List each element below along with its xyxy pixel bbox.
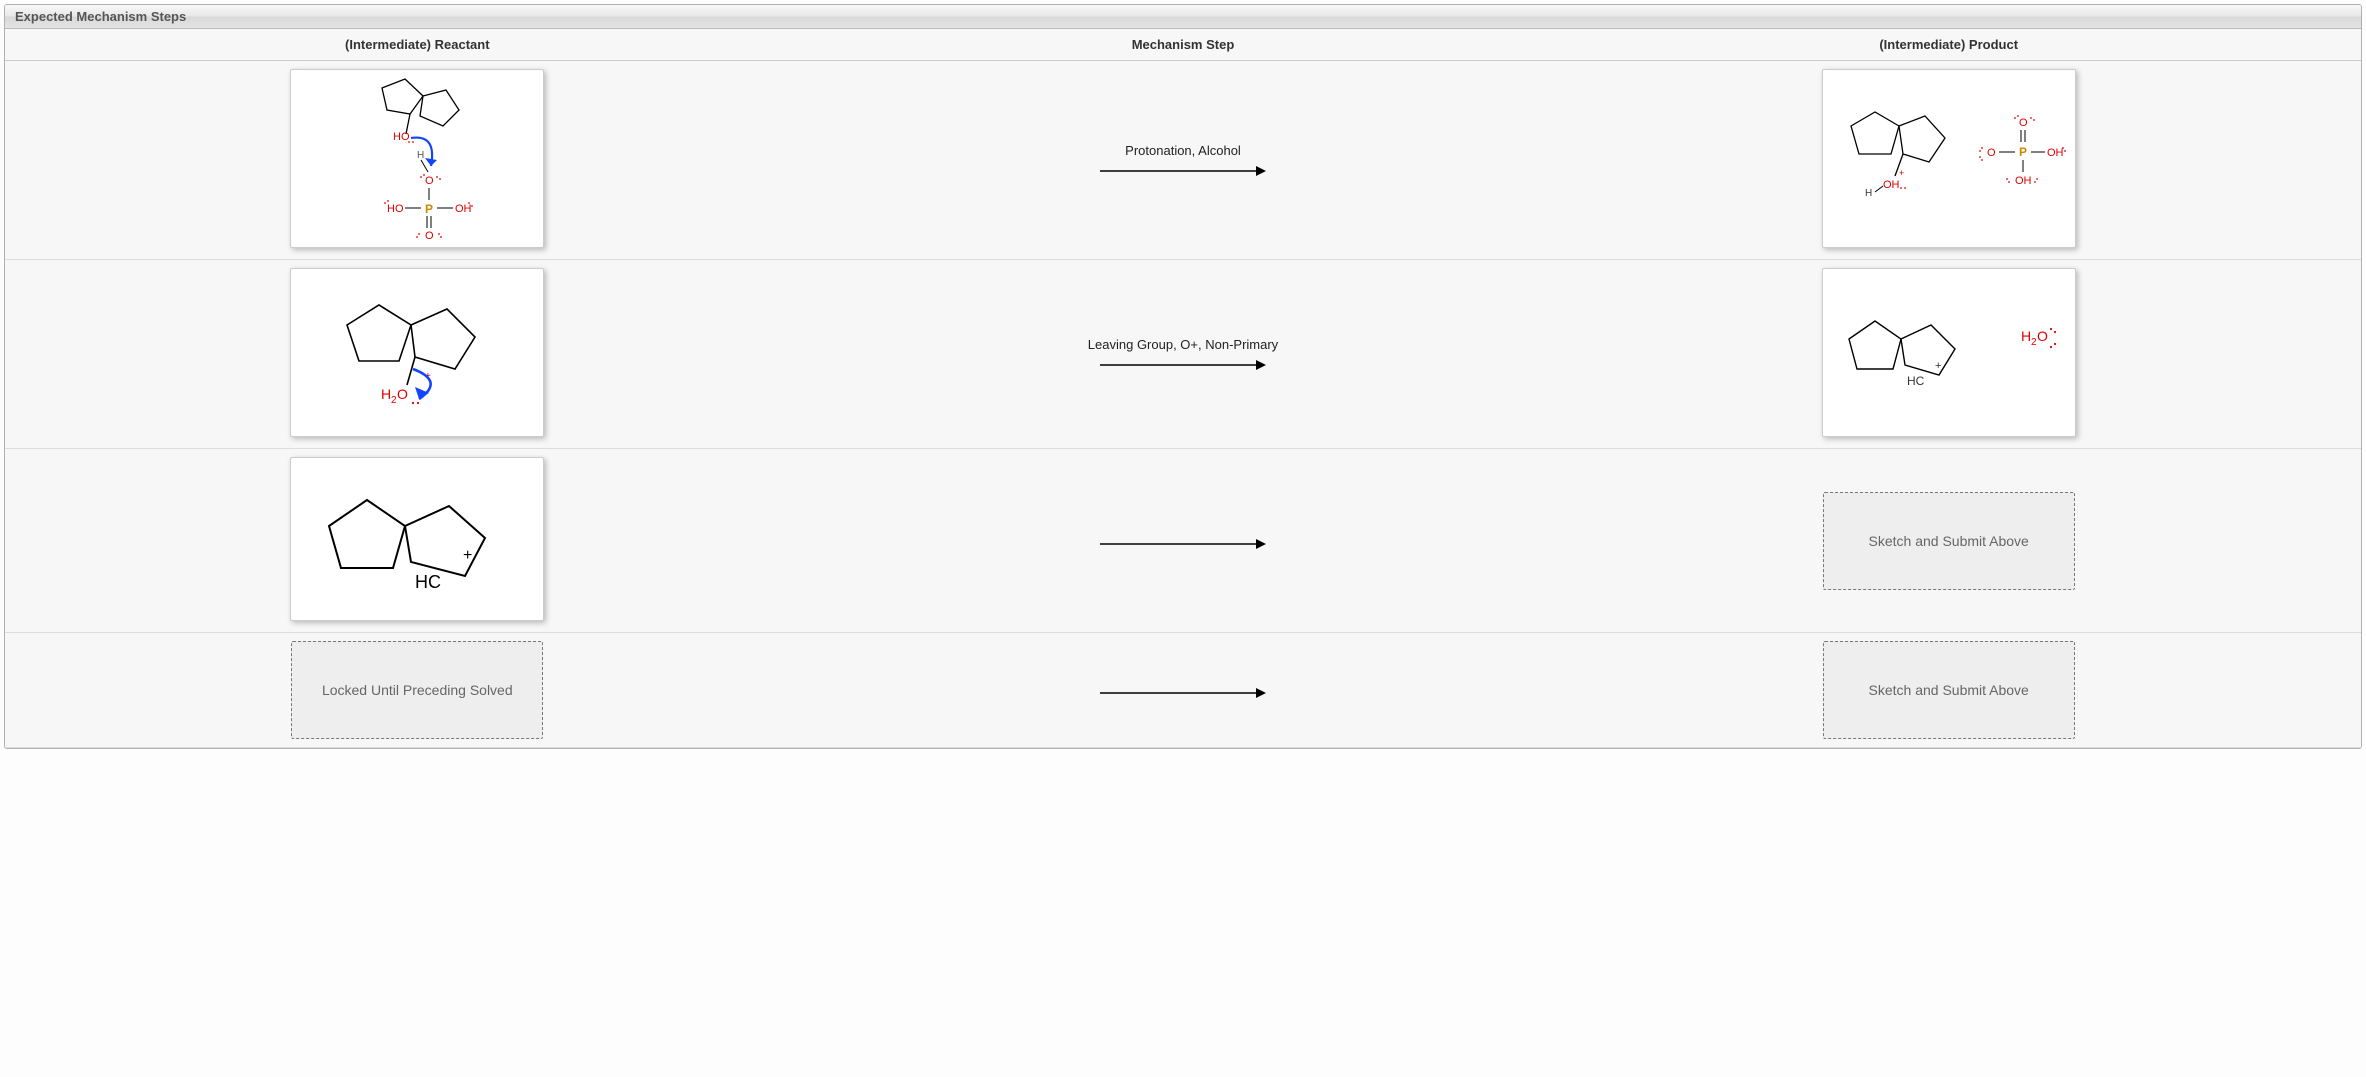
placeholder-text: Sketch and Submit Above (1869, 533, 2029, 549)
step-cell (830, 633, 1537, 748)
table-row: Locked Until Preceding Solved (5, 633, 2361, 748)
reactant-structure-card[interactable]: H 2 O + (290, 268, 544, 437)
table-row: H 2 O + (5, 260, 2361, 449)
col-header-reactant: (Intermediate) Reactant (5, 29, 830, 61)
svg-text:+: + (463, 547, 472, 564)
svg-text:O: O (425, 230, 434, 241)
mechanism-table: (Intermediate) Reactant Mechanism Step (… (5, 29, 2361, 748)
mechanism-table-wrap: (Intermediate) Reactant Mechanism Step (… (5, 29, 2361, 748)
arrow-icon (1098, 686, 1268, 700)
svg-text:OH: OH (2047, 147, 2064, 159)
product-cell: Sketch and Submit Above (1536, 449, 2361, 633)
structure-product-2: HC + H 2 O (1829, 275, 2069, 430)
svg-text:O: O (425, 175, 434, 187)
reactant-cell: Locked Until Preceding Solved (5, 633, 830, 748)
locked-placeholder: Locked Until Preceding Solved (291, 641, 543, 739)
svg-text:HO: HO (393, 131, 410, 143)
svg-text:H: H (417, 150, 424, 161)
step-cell (830, 449, 1537, 633)
sketch-submit-placeholder[interactable]: Sketch and Submit Above (1823, 492, 2075, 590)
product-structure-card[interactable]: HC + H 2 O (1822, 268, 2076, 437)
svg-text:OH: OH (2015, 175, 2032, 187)
arrow-icon (1098, 358, 1268, 372)
reactant-structure-card[interactable]: HO H O (290, 69, 544, 248)
placeholder-text: Sketch and Submit Above (1869, 682, 2029, 698)
svg-text:O: O (2019, 117, 2028, 129)
svg-text:+: + (1899, 168, 1904, 178)
placeholder-text: Locked Until Preceding Solved (322, 682, 513, 698)
reactant-cell: H 2 O + (5, 260, 830, 449)
step-label: Leaving Group, O+, Non-Primary (1088, 337, 1278, 352)
svg-text:O: O (1987, 147, 1996, 159)
svg-text:H: H (2021, 328, 2031, 344)
reactant-cell: HC + (5, 449, 830, 633)
svg-text:OH: OH (1883, 179, 1900, 191)
svg-text:HO: HO (387, 203, 404, 215)
step-cell: Leaving Group, O+, Non-Primary (830, 260, 1537, 449)
svg-text:OH: OH (455, 203, 472, 215)
table-row: HO H O (5, 61, 2361, 260)
product-structure-card[interactable]: OH + H O P (1822, 69, 2076, 248)
svg-text:O: O (397, 386, 408, 402)
svg-text:H: H (381, 386, 391, 402)
svg-text:P: P (425, 202, 433, 216)
product-cell: HC + H 2 O (1536, 260, 2361, 449)
svg-text:O: O (2037, 328, 2048, 344)
structure-reactant-2: H 2 O + (297, 275, 537, 430)
step-label: Protonation, Alcohol (1125, 143, 1241, 158)
structure-reactant-3: HC + (297, 464, 537, 614)
svg-text:HC: HC (1907, 374, 1925, 388)
panel-title: Expected Mechanism Steps (5, 5, 2361, 29)
svg-text:+: + (1935, 360, 1941, 372)
svg-text:H: H (1865, 188, 1872, 199)
arrow-icon (1098, 537, 1268, 551)
svg-text:HC: HC (415, 572, 441, 592)
svg-text:P: P (2019, 145, 2027, 159)
product-cell: OH + H O P (1536, 61, 2361, 260)
col-header-product: (Intermediate) Product (1536, 29, 2361, 61)
sketch-submit-placeholder[interactable]: Sketch and Submit Above (1823, 641, 2075, 739)
reactant-structure-card[interactable]: HC + (290, 457, 544, 621)
arrow-icon (1098, 164, 1268, 178)
structure-reactant-1: HO H O (297, 76, 537, 241)
col-header-step: Mechanism Step (830, 29, 1537, 61)
reactant-cell: HO H O (5, 61, 830, 260)
structure-product-1: OH + H O P (1829, 76, 2069, 241)
mechanism-panel: Expected Mechanism Steps (Intermediate) … (4, 4, 2362, 749)
table-row: HC + (5, 449, 2361, 633)
step-cell: Protonation, Alcohol (830, 61, 1537, 260)
product-cell: Sketch and Submit Above (1536, 633, 2361, 748)
